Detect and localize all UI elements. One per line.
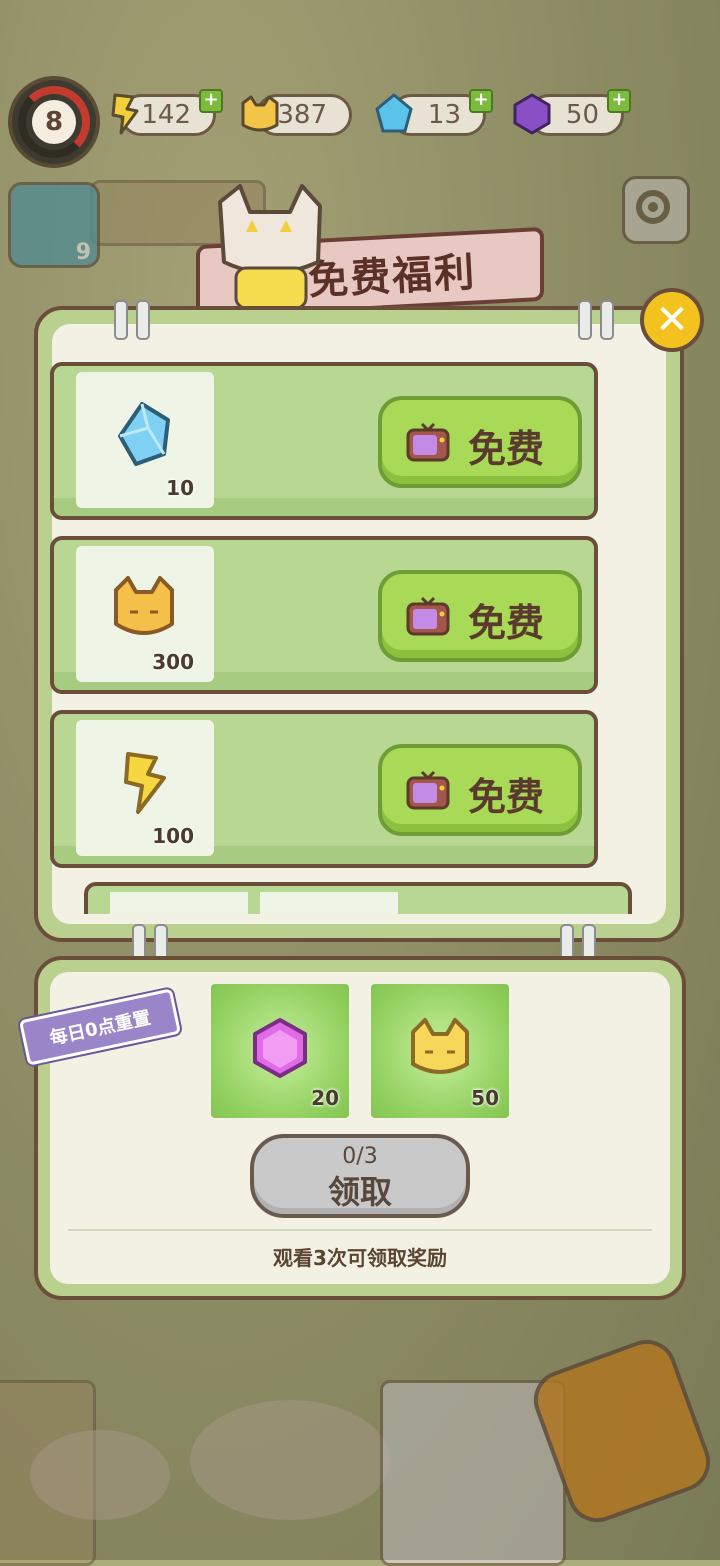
divider	[68, 1229, 652, 1231]
coin-value: 387	[277, 100, 327, 130]
reward-tile: 100	[76, 720, 214, 856]
binder-ring	[600, 300, 614, 340]
claim-hint: 观看3次可领取奖励	[273, 1246, 447, 1270]
claim-button[interactable]: 0/3 领取	[250, 1134, 470, 1218]
gem-value: 50	[565, 100, 599, 130]
blue-diamond-icon	[118, 402, 170, 466]
offer-card-coins: 300 免费	[50, 536, 598, 694]
energy-value: 142	[141, 100, 191, 130]
free-button-label: 免费	[468, 427, 545, 471]
add-energy-button[interactable]: +	[199, 89, 223, 113]
close-button[interactable]: ✕	[640, 288, 704, 352]
coin-counter[interactable]: 387 +	[241, 94, 352, 136]
offer-card-diamond: 10 免费	[50, 362, 598, 520]
offer-card-partial	[84, 882, 632, 914]
energy-counter[interactable]: 142 +	[111, 89, 223, 136]
diamond-counter[interactable]: 13 +	[375, 89, 493, 136]
gem-counter[interactable]: 50 +	[513, 89, 631, 136]
cat-coin-icon	[241, 95, 279, 132]
tv-ad-icon	[406, 596, 450, 636]
cat-mascot-icon	[218, 184, 322, 310]
reward-amount: 300	[152, 650, 194, 674]
reward-tile: 10	[76, 372, 214, 508]
add-diamond-button[interactable]: +	[469, 89, 493, 113]
binder-ring	[578, 300, 592, 340]
tv-ad-icon	[406, 422, 450, 462]
close-icon: ✕	[655, 297, 689, 343]
free-button-label: 免费	[468, 601, 545, 645]
energy-bolt-icon	[111, 93, 139, 135]
reward-amount: 20	[311, 1086, 339, 1110]
binder-ring	[136, 300, 150, 340]
daily-reward-coins: 50	[371, 984, 509, 1118]
free-button-label: 免费	[468, 775, 545, 819]
tv-ad-icon	[406, 770, 450, 810]
free-button[interactable]: 免费	[378, 744, 582, 836]
purple-gem-icon	[513, 93, 551, 135]
blue-diamond-icon	[375, 93, 413, 133]
reward-amount: 50	[471, 1086, 499, 1110]
daily-reward-gem: 20	[211, 984, 349, 1118]
cat-coin-icon	[114, 576, 174, 635]
reward-amount: 100	[152, 824, 194, 848]
cat-coin-icon	[411, 1018, 469, 1074]
energy-bolt-icon	[124, 752, 166, 814]
diamond-value: 13	[427, 100, 461, 130]
claim-progress: 0/3	[342, 1144, 378, 1169]
reward-tile: 300	[76, 546, 214, 682]
purple-gem-icon	[253, 1018, 307, 1078]
player-level[interactable]: 8	[8, 76, 100, 168]
binder-ring	[114, 300, 128, 340]
claim-label: 领取	[327, 1173, 392, 1211]
free-button[interactable]: 免费	[378, 396, 582, 488]
free-button[interactable]: 免费	[378, 570, 582, 662]
resource-bar: 8 142 + 387 + 13 + 50 +	[0, 76, 720, 168]
offer-card-energy: 100 免费	[50, 710, 598, 868]
add-gem-button[interactable]: +	[607, 89, 631, 113]
level-value: 8	[32, 100, 76, 144]
reward-amount: 10	[166, 476, 194, 500]
